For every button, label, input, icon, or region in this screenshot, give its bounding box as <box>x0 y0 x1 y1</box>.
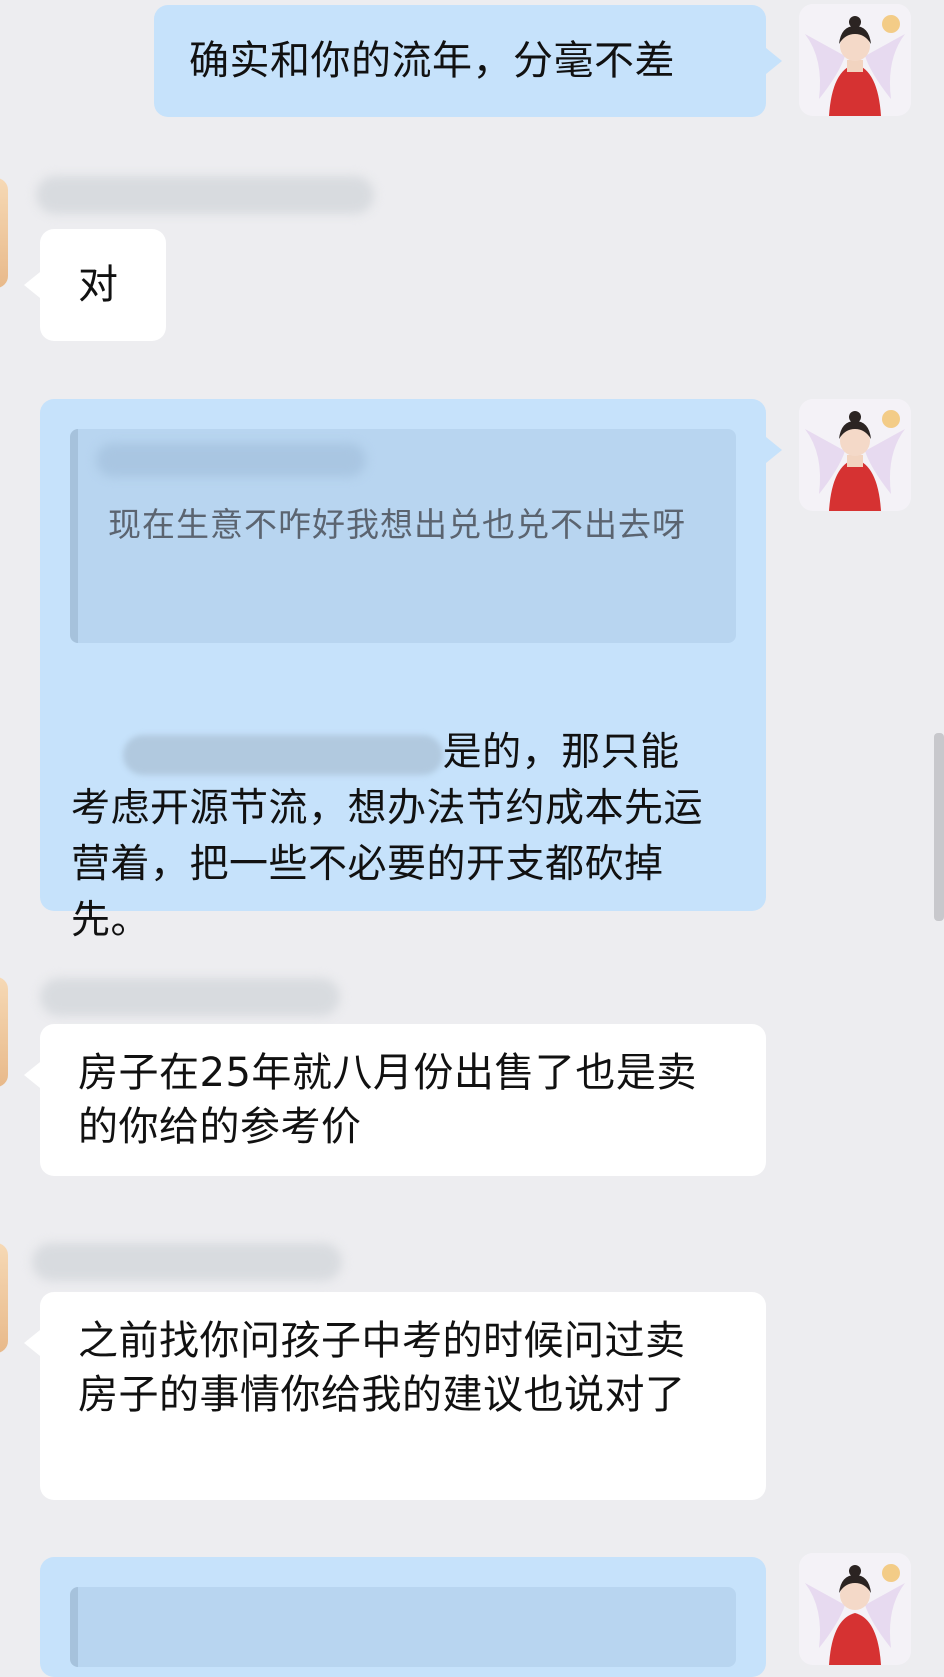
message-text: 是的，那只能考虑开源节流，想办法节约成本先运营着，把一些不必要的开支都砍掉先。 <box>71 669 711 1005</box>
outgoing-message-bubble[interactable]: 确实和你的流年，分毫不差 <box>154 5 766 117</box>
sender-name-redacted <box>40 978 340 1016</box>
message-text: 确实和你的流年，分毫不差 <box>189 38 675 84</box>
sender-name-redacted <box>32 1243 342 1281</box>
bubble-tail <box>24 1062 40 1088</box>
bubble-tail <box>766 437 782 463</box>
quoted-text: 现在生意不咋好我想出兑也兑不出去呀 <box>108 505 686 544</box>
contact-avatar-icon[interactable] <box>0 1243 8 1353</box>
quoted-sender-redacted <box>96 443 366 477</box>
contact-avatar-icon[interactable] <box>0 977 8 1087</box>
my-avatar-icon[interactable] <box>799 1553 911 1665</box>
incoming-message-bubble[interactable]: 房子在25年就八月份出售了也是卖的你给的参考价 <box>40 1024 766 1176</box>
outgoing-message-bubble[interactable]: 现在生意不咋好我想出兑也兑不出去呀 是的，那只能考虑开源节流，想办法节约成本先运… <box>40 399 766 943</box>
message-text: 之前找你问孩子中考的时候问过卖房子的事情你给我的建议也说对了 <box>78 1318 686 1418</box>
outgoing-message-bubble[interactable] <box>40 1557 766 1677</box>
scrollbar[interactable] <box>934 733 944 921</box>
quoted-message[interactable]: 现在生意不咋好我想出兑也兑不出去呀 <box>70 429 736 643</box>
my-avatar-icon[interactable] <box>799 399 911 511</box>
message-text: 房子在25年就八月份出售了也是卖的你给的参考价 <box>78 1050 697 1150</box>
bubble-tail <box>766 48 782 74</box>
incoming-message-bubble[interactable]: 对 <box>40 229 166 341</box>
bubble-tail <box>24 1330 40 1356</box>
contact-avatar-icon[interactable] <box>0 178 8 288</box>
my-avatar-icon[interactable] <box>799 4 911 116</box>
incoming-message-bubble[interactable]: 之前找你问孩子中考的时候问过卖房子的事情你给我的建议也说对了 <box>40 1292 766 1500</box>
sender-name-redacted <box>36 176 374 214</box>
quoted-message[interactable] <box>70 1587 736 1667</box>
message-text: 对 <box>78 262 119 308</box>
bubble-tail <box>24 272 40 298</box>
redacted-mention <box>122 734 443 775</box>
